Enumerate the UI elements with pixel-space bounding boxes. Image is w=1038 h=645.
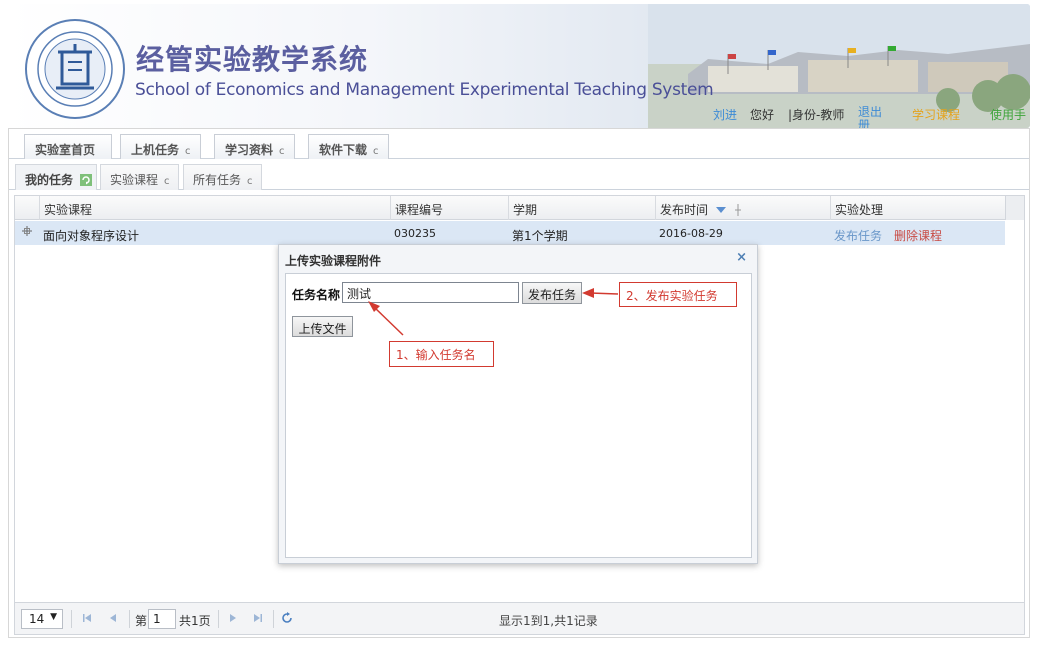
page-label: 第 [135,614,148,628]
divider [218,610,219,628]
grid-header-scroll-cap [1005,196,1024,220]
last-page-icon[interactable] [252,612,264,624]
chevron-down-icon: ▼ [50,612,57,622]
expand-row-icon[interactable] [19,221,39,245]
main-tabs: 实验室首页 上机任务 c 学习资料 c 软件下载 c [9,129,1029,159]
refresh-icon[interactable]: c [185,146,191,157]
dialog-title: 上传实验课程附件 [285,254,382,268]
tab-label: 软件下载 [319,143,368,157]
table-row[interactable]: 面向对象程序设计 030235 第1个学期 2016-08-29 发布任务 删除课… [15,221,1005,245]
pagination-bar: 14 ▼ 第 1 共1页 显示1到1,共1记录 [15,602,1024,634]
sub-tabs: 我的任务 实验课程 c 所有任务 c [9,160,1029,190]
system-title-en: School of Economics and Management Exper… [135,80,714,100]
subtab-all-tasks[interactable]: 所有任务 c [183,164,262,190]
cell-date: 2016-08-29 [659,227,723,240]
divider [129,610,130,628]
task-name-label: 任务名称 [292,288,341,302]
refresh-icon[interactable] [80,174,93,186]
user-role-text: |身份-教师 [788,108,845,122]
column-header-date[interactable]: 发布时间 [655,196,830,220]
header-banner: 经管实验教学系统 School of Economics and Managem… [8,4,1030,128]
header-expand-cell [15,196,39,220]
total-pages-text: 共1页 [179,614,211,628]
tab-software-download[interactable]: 软件下载 c [308,134,389,159]
sort-desc-icon [715,207,726,213]
column-header-action[interactable]: 实验处理 [830,196,1005,220]
subtab-label: 实验课程 [110,173,159,187]
grid-header: 实验课程 课程编号 学期 发布时间 实验处理 [15,196,1024,220]
prev-page-icon[interactable] [107,612,119,624]
subtab-lab-courses[interactable]: 实验课程 c [100,164,179,190]
subtab-label: 所有任务 [193,173,242,187]
tab-label: 实验室首页 [35,143,96,157]
cell-actions: 发布任务 删除课程 [830,221,1005,245]
delete-course-link[interactable]: 删除课程 [894,229,942,243]
next-page-icon[interactable] [227,612,239,624]
column-header-course[interactable]: 实验课程 [39,196,390,220]
page-size-value: 14 [29,612,45,626]
divider [71,610,72,628]
logout-link[interactable]: 退出册 [858,106,884,128]
cell-term: 第1个学期 [512,229,568,243]
task-name-input[interactable]: 测试 [342,282,519,303]
cell-code: 030235 [394,227,436,240]
tab-label: 上机任务 [131,143,180,157]
university-logo [25,19,125,119]
upload-file-button[interactable]: 上传文件 [292,316,353,337]
publish-task-link[interactable]: 发布任务 [834,229,882,243]
publish-task-button[interactable]: 发布任务 [522,282,582,304]
tab-machine-tasks[interactable]: 上机任务 c [120,134,201,159]
refresh-icon[interactable] [281,612,293,624]
greeting-text: 您好 [750,108,775,122]
divider [273,610,274,628]
refresh-icon[interactable]: c [373,146,379,157]
cell-course: 面向对象程序设计 [43,229,140,243]
column-resize-icon[interactable] [734,204,742,216]
page-number-input[interactable]: 1 [148,609,176,629]
column-header-code[interactable]: 课程编号 [390,196,508,220]
record-info-text: 显示1到1,共1记录 [499,614,598,628]
page: 经管实验教学系统 School of Economics and Managem… [0,0,1038,645]
tab-lab-home[interactable]: 实验室首页 [24,134,112,159]
refresh-icon[interactable]: c [164,176,170,187]
callout-step1: 1、输入任务名 [389,341,494,367]
subtab-label: 我的任务 [25,173,74,187]
user-manual-link[interactable]: 使用手 [990,106,1026,123]
refresh-icon[interactable]: c [247,176,253,187]
close-icon[interactable]: × [736,250,747,265]
system-title-cn: 经管实验教学系统 [136,43,369,76]
study-course-link[interactable]: 学习课程 [912,106,960,123]
dialog-body: 任务名称 测试 发布任务 上传文件 [285,273,752,558]
page-size-select[interactable]: 14 ▼ [21,609,63,629]
first-page-icon[interactable] [81,612,93,624]
user-name-link[interactable]: 刘进 [713,106,737,123]
tab-study-materials[interactable]: 学习资料 c [214,134,295,159]
column-header-term[interactable]: 学期 [508,196,655,220]
refresh-icon[interactable]: c [279,146,285,157]
tab-label: 学习资料 [225,143,274,157]
subtab-my-tasks[interactable]: 我的任务 [15,164,97,190]
callout-step2: 2、发布实验任务 [619,282,737,307]
column-header-date-label: 发布时间 [660,203,709,217]
